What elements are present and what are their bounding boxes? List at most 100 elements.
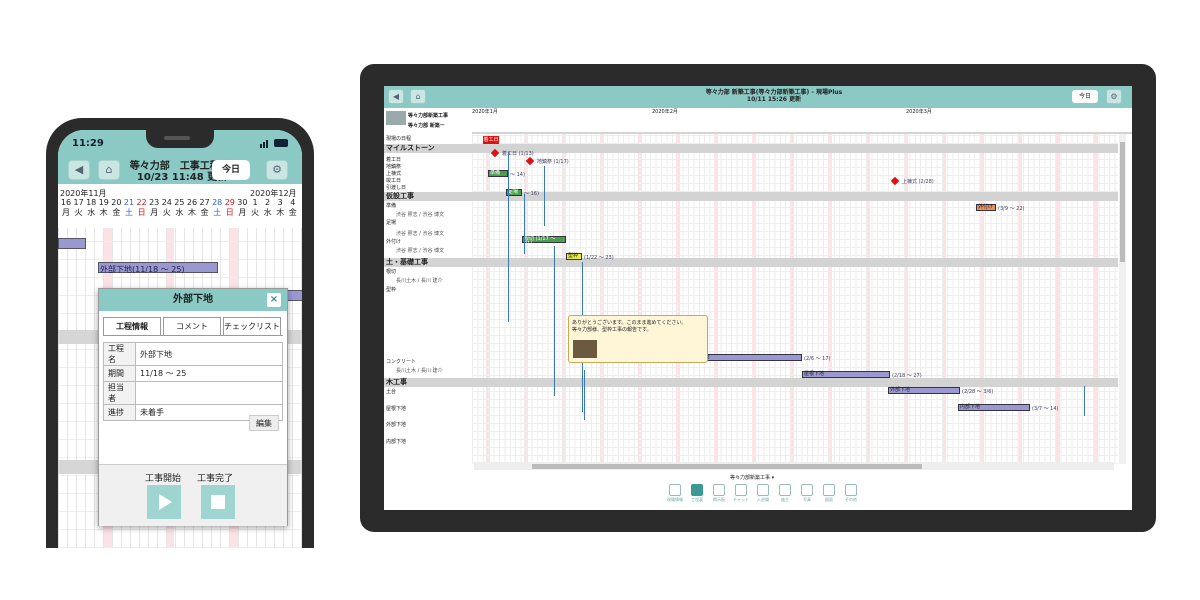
day-number: 2 xyxy=(265,198,271,207)
dependency-line xyxy=(524,194,525,254)
nav-label: 入退場 xyxy=(757,497,769,502)
day-cell: 25 水 xyxy=(173,198,185,218)
close-icon[interactable]: × xyxy=(267,293,281,307)
weekday: 火 xyxy=(74,208,83,217)
task-row-label[interactable]: 準備 xyxy=(386,202,396,209)
gantt-bar[interactable] xyxy=(58,238,86,249)
task-row-label[interactable]: 上棟式 xyxy=(386,170,401,177)
weekday: 水 xyxy=(263,208,272,217)
day-cell: 24 火 xyxy=(161,198,173,218)
task-info-table: 工程名 外部下地 期間 11/18 ～ 25 担当者 進捗 未着手 xyxy=(103,342,283,421)
task-row-label[interactable]: 屋根下地 xyxy=(386,405,406,412)
horizontal-scroll-thumb[interactable] xyxy=(532,464,922,469)
popup-footer: 工事開始 工事完了 xyxy=(99,464,287,526)
gantt-bar[interactable]: 内部下地 xyxy=(958,404,1030,411)
back-icon[interactable]: ◀ xyxy=(388,89,404,104)
day-number: 3 xyxy=(277,198,283,207)
day-cell: 1火 xyxy=(249,198,261,218)
bar-label: 外部下地(11/18 ～ 25) xyxy=(100,264,185,275)
weekday: 月 xyxy=(150,208,159,217)
schedule-header: 現場の日程 xyxy=(386,136,412,142)
edit-button[interactable]: 編集 xyxy=(249,415,279,431)
comment-photo[interactable] xyxy=(573,340,597,358)
gantt-bar[interactable]: 外付け xyxy=(976,204,996,211)
gantt-bar[interactable]: 準備 xyxy=(488,170,508,177)
day-number: 20 xyxy=(111,198,122,207)
settings-icon[interactable]: ⚙ xyxy=(266,160,288,180)
nav-item[interactable]: 施主 xyxy=(776,484,794,503)
task-row-label[interactable]: 引渡し日 xyxy=(386,184,406,191)
task-row-label[interactable]: 外部下地 xyxy=(386,421,406,428)
task-row-label[interactable]: 内部下地 xyxy=(386,438,406,445)
assignee-label: 長川土木 / 長川 建介 xyxy=(396,368,443,374)
day-number: 21 xyxy=(123,198,135,207)
weekday: 金 xyxy=(200,208,209,217)
day-number: 16 xyxy=(60,198,72,207)
day-number: 17 xyxy=(73,198,84,207)
done-label: 工事完了 xyxy=(197,474,234,484)
comment-line-2: 等々力部様、型枠工事の報告です。 xyxy=(572,327,652,333)
nav-item[interactable]: 現場情報 xyxy=(666,484,684,503)
today-button[interactable]: 今日 xyxy=(212,160,250,180)
home-icon[interactable]: ⌂ xyxy=(410,89,426,104)
assignee-label: 渋谷 照志 / 渋谷 博文 xyxy=(396,248,445,254)
task-row-label[interactable]: コンクリート xyxy=(386,358,416,365)
task-row-label[interactable]: 着工日 xyxy=(386,156,401,163)
table-row: 担当者 xyxy=(103,381,283,405)
settings-icon[interactable]: ⚙ xyxy=(1106,89,1122,104)
nav-label: チャット xyxy=(733,497,749,502)
day-cell: 18 水 xyxy=(85,198,97,218)
tab-checklist[interactable]: チェックリスト xyxy=(223,317,281,335)
nav-icon xyxy=(801,484,813,496)
home-icon[interactable]: ⌂ xyxy=(98,160,120,180)
nav-item[interactable]: 図面 xyxy=(820,484,838,503)
today-button[interactable]: 今日 xyxy=(1072,90,1098,103)
task-row-label[interactable]: 根切 xyxy=(386,268,396,275)
nav-item[interactable]: 入退場 xyxy=(754,484,772,503)
task-row-label[interactable]: 外付け xyxy=(386,238,401,245)
back-icon[interactable]: ◀ xyxy=(68,160,90,180)
nav-item[interactable]: チャット xyxy=(732,484,750,503)
bar-date-label: ～ 14) xyxy=(510,172,525,178)
day-number: 28 xyxy=(212,198,223,207)
day-cell: 2水 xyxy=(262,198,274,218)
nav-item[interactable]: 写真 xyxy=(798,484,816,503)
phone-toolbar: ◀ ⌂ 等々力部 工事工程(等 10/23 11:48 更新 今日 ⚙ xyxy=(58,156,302,184)
finish-work-button[interactable] xyxy=(201,485,235,519)
task-row-label[interactable]: 竣工日 xyxy=(386,177,401,184)
nav-item[interactable]: 掲示板 xyxy=(710,484,728,503)
bar-date-label: (2/18 ～ 27) xyxy=(892,373,922,379)
day-number: 4 xyxy=(290,198,296,207)
weekday: 日 xyxy=(137,208,146,217)
site-selector-label: 等々力部新築工事 xyxy=(730,475,771,481)
day-number: 26 xyxy=(186,198,198,207)
task-row-label[interactable]: 地鎮祭 xyxy=(386,163,401,170)
gantt-bar[interactable]: 根切 (1/17 ～ 21) xyxy=(522,236,566,247)
task-row-label[interactable]: 足場 xyxy=(386,219,396,226)
gantt-bar[interactable]: 外部下地 xyxy=(888,387,960,394)
tab-koutei-info[interactable]: 工程情報 xyxy=(103,317,161,335)
gantt-bar[interactable]: 型枠 xyxy=(566,253,582,260)
dependency-line xyxy=(508,152,509,322)
milestone-label: 上棟式 (2/28) xyxy=(902,179,934,185)
page-title: 等々力部 新築工事(等々力部新築工事) - 現場Plus 10/11 15:26… xyxy=(624,89,924,103)
row-value: 11/18 ～ 25 xyxy=(135,365,283,382)
task-row-label[interactable]: 型枠 xyxy=(386,286,396,293)
comment-bubble[interactable]: ありがとうございます。このまま進めてください。 等々力部様、型枠工事の報告です。 xyxy=(568,315,708,363)
nav-label: 図面 xyxy=(825,497,833,502)
row-value xyxy=(135,381,283,405)
gantt-bar[interactable]: 土台 xyxy=(698,354,802,361)
site-selector[interactable]: 等々力部新築工事 ▾ xyxy=(730,474,774,481)
vertical-scroll-thumb[interactable] xyxy=(1120,142,1125,262)
task-row-label[interactable]: 土台 xyxy=(386,388,396,395)
gantt-bar[interactable]: 屋根下地 xyxy=(802,371,890,378)
nav-item[interactable]: 工程表 xyxy=(688,484,706,503)
comment-line-1: ありがとうございます。このまま進めてください。 xyxy=(572,320,687,326)
month-header: 2020年11月 2020年12月 xyxy=(58,188,302,198)
start-work-button[interactable] xyxy=(147,485,181,519)
nav-item[interactable]: その他 xyxy=(842,484,860,503)
start-date-tag: 着工日 xyxy=(483,136,499,144)
popup-header: 外部下地 × xyxy=(99,289,287,311)
row-key: 担当者 xyxy=(103,381,136,405)
tab-comment[interactable]: コメント xyxy=(163,317,221,335)
